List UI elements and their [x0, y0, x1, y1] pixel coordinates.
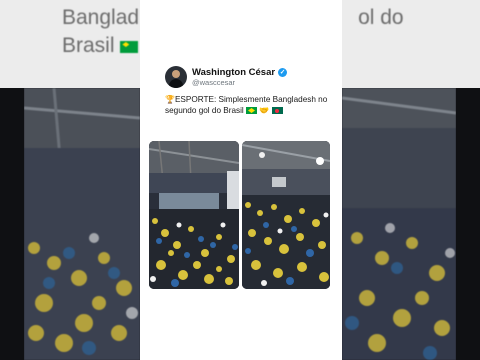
tweet-media-2[interactable] — [242, 141, 330, 289]
brazil-flag-icon — [246, 107, 258, 114]
brazil-flag-icon — [120, 41, 139, 53]
background-title-line2: Brasil — [62, 34, 115, 57]
tweet-media-1[interactable] — [149, 141, 239, 289]
trophy-icon: 🏆 — [165, 95, 175, 104]
background-title-start: Banglad — [62, 6, 140, 29]
right-edge — [456, 88, 480, 360]
bangladesh-flag-icon — [271, 107, 283, 114]
tweet-header: Washington César ✓ @wasccesar — [165, 66, 335, 90]
author-name[interactable]: Washington César ✓ — [192, 67, 288, 78]
author-handle[interactable]: @wasccesar — [192, 78, 235, 87]
left-edge — [0, 88, 24, 360]
background-crowd-right — [342, 88, 456, 360]
handshake-icon: 🤝 — [259, 106, 270, 115]
verified-badge-icon: ✓ — [278, 68, 288, 77]
author-name-text: Washington César — [192, 67, 276, 78]
background-crowd-left — [24, 88, 140, 360]
background-title-end: ol do — [358, 6, 404, 29]
tweet-text: 🏆ESPORTE: Simplesmente Bangladesh no seg… — [165, 94, 337, 116]
avatar[interactable] — [165, 66, 187, 88]
